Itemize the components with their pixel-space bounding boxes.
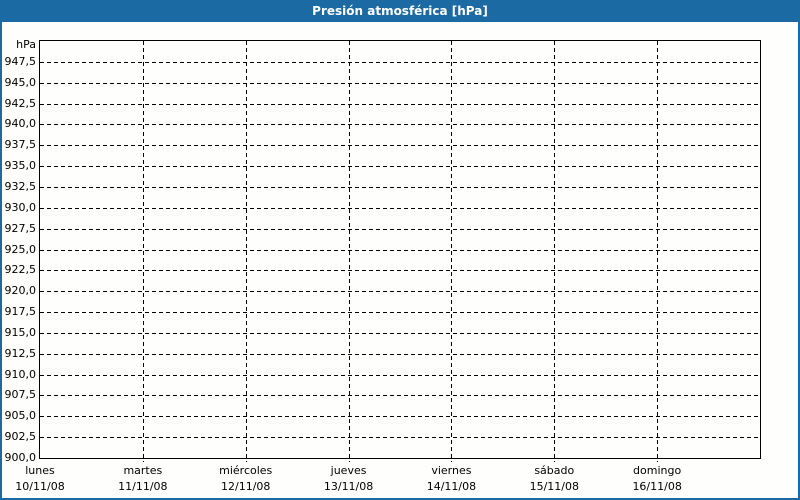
y-axis-tick-label: 922,5 [4, 263, 37, 277]
y-axis-tick-label: 942,5 [4, 96, 37, 110]
grid-line-horizontal [40, 207, 760, 209]
y-axis-tick-label: 935,0 [4, 159, 37, 173]
grid-line-horizontal [40, 228, 760, 230]
grid-line-horizontal [40, 61, 760, 63]
x-axis-date-label: 13/11/08 [323, 480, 374, 493]
grid-line-vertical [554, 41, 556, 462]
y-axis-tick-label: 927,5 [4, 221, 37, 235]
x-axis-date-label: 15/11/08 [529, 480, 579, 493]
grid-line-horizontal [40, 103, 760, 105]
y-axis-tick-label: 947,5 [4, 54, 37, 68]
y-axis-tick-label: 930,0 [4, 200, 37, 214]
y-axis-tick-label: 910,0 [4, 367, 37, 381]
x-axis-date-label: 14/11/08 [426, 480, 477, 493]
grid-line-vertical [245, 41, 247, 462]
x-axis-day-label: jueves [330, 464, 367, 477]
x-axis-day-label: miércoles [219, 464, 273, 477]
y-axis-tick-label: 917,5 [4, 305, 37, 319]
grid-line-horizontal [40, 374, 760, 376]
x-axis-day-label: sábado [534, 464, 575, 477]
grid-line-horizontal [40, 437, 760, 439]
y-axis-tick-label: 915,0 [4, 325, 37, 339]
chart-title: Presión atmosférica [hPa] [312, 4, 488, 18]
grid-line-horizontal [40, 291, 760, 293]
grid-line-horizontal [40, 145, 760, 147]
y-axis-tick-label: 907,5 [4, 388, 37, 402]
x-axis-day-label: lunes [25, 464, 55, 477]
y-axis-tick-label: 940,0 [4, 117, 37, 131]
pressure-chart: Presión atmosférica [hPa] hPa 947,5 945,0… [0, 0, 800, 500]
y-axis-tick-label: 900,0 [4, 451, 37, 464]
chart-title-bar: Presión atmosférica [hPa] [0, 0, 800, 22]
x-axis-day-label: martes [123, 464, 163, 477]
y-axis-tick-label: 932,5 [4, 179, 37, 193]
y-axis-unit-label: hPa [16, 38, 36, 51]
grid-line-horizontal [40, 186, 760, 188]
y-axis-tick-label: 902,5 [4, 430, 37, 444]
grid-line-horizontal [40, 82, 760, 84]
grid-line-horizontal [40, 312, 760, 314]
y-axis-tick-label: 945,0 [4, 75, 37, 89]
y-axis-tick-label: 912,5 [4, 346, 37, 360]
y-axis-tick-label: 905,0 [4, 409, 37, 423]
x-axis-day-label: viernes [431, 464, 472, 477]
y-axis-tick-label: 937,5 [4, 138, 37, 152]
x-axis-date-label: 12/11/08 [221, 480, 271, 493]
grid-line-horizontal [40, 395, 760, 397]
grid-line-horizontal [40, 249, 760, 251]
grid-line-vertical [348, 41, 350, 462]
grid-line-horizontal [40, 416, 760, 418]
x-axis-date-label: 10/11/08 [15, 480, 65, 493]
grid-line-vertical [142, 41, 144, 462]
x-axis-date-label: 16/11/08 [632, 480, 682, 493]
y-axis-tick-label: 925,0 [4, 242, 37, 256]
grid-line-horizontal [40, 166, 760, 168]
grid-line-horizontal [40, 270, 760, 272]
grid-line-horizontal [40, 124, 760, 126]
plot-area [39, 40, 761, 462]
grid-line-horizontal [40, 353, 760, 355]
grid-line-horizontal [40, 332, 760, 334]
x-axis-day-label: domingo [633, 464, 682, 477]
grid-line-vertical [657, 41, 659, 462]
grid-line-vertical [451, 41, 453, 462]
x-axis-date-label: 11/11/08 [118, 480, 168, 493]
y-axis-tick-label: 920,0 [4, 284, 37, 298]
